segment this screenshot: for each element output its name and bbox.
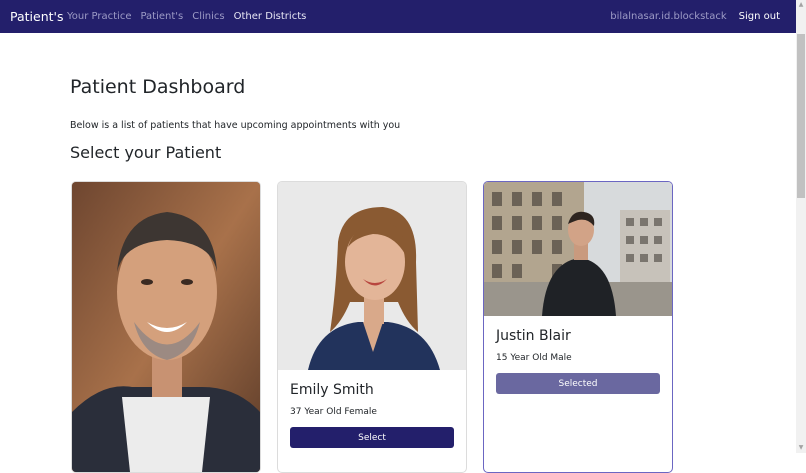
scroll-down-icon[interactable]: ▼: [796, 443, 806, 453]
patient-card-selected[interactable]: Justin Blair 15 Year Old Male Selected: [483, 181, 673, 473]
patient-photo: [72, 182, 260, 472]
card-body: Justin Blair 15 Year Old Male Selected: [484, 328, 672, 394]
nav-right: bilalnasar.id.blockstack Sign out: [610, 0, 780, 33]
patient-card[interactable]: [71, 181, 261, 473]
patient-description: 37 Year Old Female: [290, 407, 377, 417]
scrollbar-thumb[interactable]: [797, 34, 805, 198]
nav-link-clinics[interactable]: Clinics: [192, 0, 224, 33]
patient-description: 15 Year Old Male: [496, 353, 572, 363]
nav-links: Your Practice Patient's Clinics Other Di…: [67, 0, 315, 33]
page-scrollbar[interactable]: ▲ ▼: [796, 0, 806, 453]
scroll-up-icon[interactable]: ▲: [796, 0, 806, 10]
selected-patient-button[interactable]: Selected: [496, 373, 660, 394]
page-title: Patient Dashboard: [70, 76, 246, 98]
patient-name: Justin Blair: [496, 328, 571, 344]
nav-link-patients[interactable]: Patient's: [140, 0, 183, 33]
page-subtitle: Below is a list of patients that have up…: [70, 120, 401, 131]
select-patient-button[interactable]: Select: [290, 427, 454, 448]
user-id-label: bilalnasar.id.blockstack: [610, 11, 727, 22]
nav-link-your-practice[interactable]: Your Practice: [67, 0, 131, 33]
patient-name: Emily Smith: [290, 382, 374, 398]
nav-link-other-districts[interactable]: Other Districts: [234, 0, 307, 33]
card-body: Emily Smith 37 Year Old Female Select: [278, 382, 466, 448]
brand-link[interactable]: Patient's: [10, 0, 63, 33]
select-patient-heading: Select your Patient: [70, 143, 222, 162]
patient-card[interactable]: Emily Smith 37 Year Old Female Select: [277, 181, 467, 473]
patient-photo: [484, 182, 672, 316]
patient-photo: [278, 182, 466, 370]
sign-out-link[interactable]: Sign out: [739, 0, 780, 33]
top-navbar: Patient's Your Practice Patient's Clinic…: [0, 0, 796, 33]
